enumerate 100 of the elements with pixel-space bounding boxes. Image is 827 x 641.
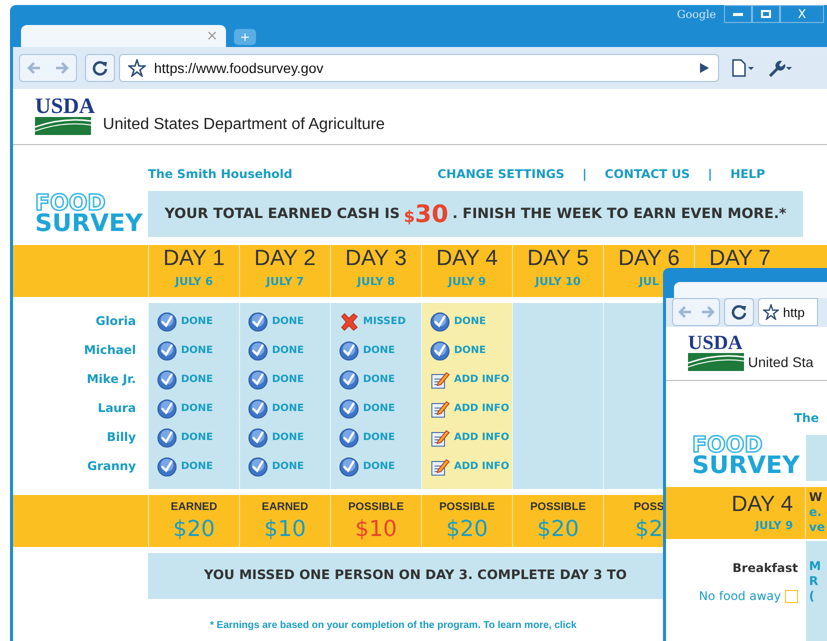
add-info-link[interactable]: ADD INFO (454, 401, 510, 416)
check-icon (157, 370, 177, 390)
check-icon (430, 340, 450, 360)
day-date: JULY 6 (175, 274, 213, 290)
star-icon[interactable] (763, 304, 779, 320)
address-field[interactable]: http (758, 298, 818, 326)
day-heading[interactable]: DAY 2 (254, 246, 316, 270)
browser-tab[interactable]: × (21, 25, 226, 47)
play-icon[interactable] (698, 62, 710, 74)
check-icon (339, 370, 359, 390)
status-text: DONE (272, 315, 304, 329)
nav-link[interactable]: HELP (730, 165, 765, 183)
address-text: http (783, 304, 805, 322)
new-tab-button[interactable]: + (234, 29, 256, 45)
check-icon (157, 340, 177, 360)
day-date: JUL (638, 274, 660, 290)
usda-wordmark: USDA (688, 333, 744, 353)
wrench-icon[interactable] (767, 59, 793, 77)
day-heading[interactable]: DAY 6 (618, 246, 680, 270)
person-name: Michael (84, 342, 136, 359)
person-name: Granny (87, 458, 136, 475)
status-text: DONE (363, 431, 396, 445)
meal-text: M (809, 559, 822, 574)
check-icon (248, 312, 268, 332)
maximize-button[interactable] (752, 5, 780, 23)
status-text: MISSED (363, 315, 406, 329)
status-text: DONE (454, 315, 486, 329)
check-icon (157, 398, 177, 418)
close-button[interactable]: X (780, 5, 824, 23)
add-info-link[interactable]: ADD INFO (454, 372, 510, 387)
person-name: Laura (98, 400, 136, 417)
day-date: JULY 7 (266, 274, 304, 290)
separator-text: | (708, 166, 712, 183)
earnings-amount: $10 (355, 516, 397, 543)
add-info-link[interactable]: ADD INFO (454, 430, 510, 445)
reload-button[interactable] (85, 54, 115, 82)
earnings-label: POSS (634, 500, 664, 515)
minimize-button[interactable] (724, 5, 752, 23)
earnings-amount: $10 (264, 516, 306, 543)
status-text: DONE (363, 373, 396, 387)
person-name: Mike Jr. (86, 371, 136, 388)
agency-name: United States Department of Agriculture (102, 117, 385, 133)
earnings-label: POSSIBLE (348, 500, 404, 515)
back-arrow-icon (27, 62, 41, 74)
day-heading: DAY 4 (731, 490, 793, 518)
checkbox[interactable] (785, 590, 798, 602)
check-icon (430, 312, 450, 332)
browser-brand: Google (676, 7, 716, 23)
day-heading[interactable]: DAY 4 (436, 246, 498, 270)
check-icon (157, 312, 177, 332)
day-heading[interactable]: DAY 1 (163, 246, 225, 270)
fields-icon (688, 353, 744, 371)
question-text: ve (809, 520, 825, 535)
forward-arrow-icon (700, 306, 714, 318)
status-text: DONE (181, 344, 214, 358)
status-text: DONE (181, 402, 214, 416)
add-info-link[interactable]: ADD INFO (454, 459, 510, 474)
question-text: W (809, 490, 824, 505)
address-text: https://www.foodsurvey.gov (154, 58, 324, 78)
reload-icon (731, 304, 747, 320)
status-text: DONE (363, 460, 396, 474)
check-icon (248, 428, 268, 448)
tab-close-button[interactable]: × (206, 26, 218, 46)
check-icon (339, 340, 359, 360)
food-survey-logo: FOOD SURVEY (692, 435, 801, 477)
status-text: DONE (272, 460, 304, 474)
cross-icon (339, 312, 359, 332)
meal-text: R (809, 574, 820, 589)
reload-button[interactable] (724, 298, 754, 326)
nav-link[interactable]: CONTACT US (604, 165, 690, 183)
earnings-amount: $2 (635, 516, 663, 543)
star-icon[interactable] (128, 59, 146, 77)
check-icon (339, 428, 359, 448)
message-panel (806, 435, 827, 481)
nav-link[interactable]: CHANGE SETTINGS (437, 165, 564, 183)
earnings-amount: $20 (446, 516, 488, 543)
earnings-label: POSSIBLE (439, 500, 495, 515)
status-text: DONE (454, 344, 486, 358)
day-date: JULY 10 (535, 274, 581, 290)
status-text: DONE (181, 460, 214, 474)
status-text: DONE (363, 402, 396, 416)
status-text: DONE (363, 344, 396, 358)
day-date: JULY 9 (755, 518, 793, 534)
footnote-text: * Earnings are based on your completion of the program. To learn more, click (210, 620, 577, 631)
page-menu-icon[interactable] (731, 59, 755, 77)
status-text: DONE (181, 315, 214, 329)
day-heading[interactable]: DAY 5 (527, 246, 589, 270)
person-name: Billy (106, 429, 136, 446)
notepad-pencil-icon (430, 428, 450, 448)
day-date: JULY 8 (357, 274, 395, 290)
notepad-pencil-icon (430, 370, 450, 390)
day-heading[interactable]: DAY 3 (345, 246, 407, 270)
check-icon (157, 428, 177, 448)
day-heading[interactable]: DAY 7 (709, 246, 771, 270)
earnings-amount: $20 (537, 516, 579, 543)
address-field[interactable]: https://www.foodsurvey.gov (119, 54, 719, 82)
status-text: DONE (272, 431, 304, 445)
earnings-label: EARNED (170, 500, 218, 515)
meal-label: Breakfast (732, 560, 798, 577)
check-icon (248, 370, 268, 390)
